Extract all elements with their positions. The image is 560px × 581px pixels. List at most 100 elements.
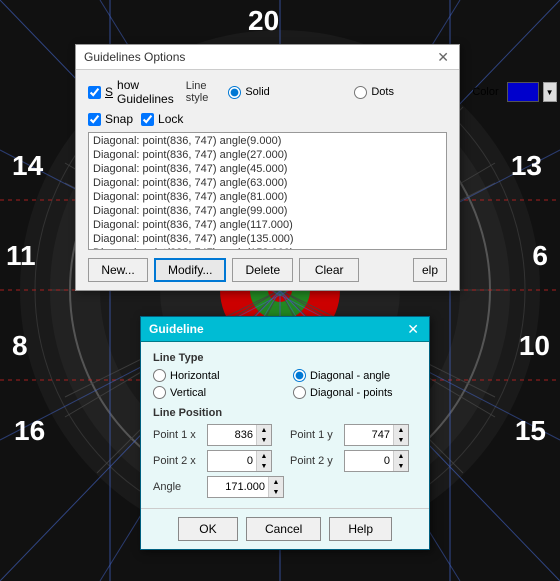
dots-label: Dots — [371, 86, 394, 98]
color-button[interactable] — [507, 82, 539, 102]
color-dropdown-button[interactable]: ▼ — [543, 82, 557, 102]
dart-number-16: 16 — [14, 415, 45, 447]
guideline-footer: OK Cancel Help — [141, 508, 429, 549]
horizontal-radio[interactable] — [153, 369, 166, 382]
horizontal-label: Horizontal — [170, 370, 220, 382]
point2y-spin-buttons: ▲ ▼ — [393, 451, 408, 471]
point1x-up-button[interactable]: ▲ — [257, 425, 271, 435]
guidelines-title: Guidelines Options — [84, 50, 185, 64]
point2x-label: Point 2 x — [153, 455, 203, 467]
diagonal-angle-radio[interactable] — [293, 369, 306, 382]
point2y-down-button[interactable]: ▼ — [394, 461, 408, 471]
guidelines-buttons-row: New... Modify... Delete Clear elp — [88, 258, 447, 282]
guideline-titlebar: Guideline ✕ — [141, 317, 429, 342]
list-item-8[interactable]: Diagonal: point(836, 747) angle(153.000) — [90, 246, 445, 250]
lock-checkbox[interactable] — [141, 113, 154, 126]
point2x-spin-buttons: ▲ ▼ — [256, 451, 271, 471]
point2x-up-button[interactable]: ▲ — [257, 451, 271, 461]
point2y-up-button[interactable]: ▲ — [394, 451, 408, 461]
angle-row: Angle ▲ ▼ — [153, 476, 417, 498]
point1y-spinbox[interactable]: ▲ ▼ — [344, 424, 409, 446]
dart-number-8: 8 — [12, 330, 28, 362]
horizontal-radio-label[interactable]: Horizontal — [153, 369, 263, 382]
guidelines-listbox[interactable]: Diagonal: point(836, 747) angle(9.000) D… — [88, 132, 447, 250]
angle-down-button[interactable]: ▼ — [269, 487, 283, 497]
help-button[interactable]: Help — [329, 517, 392, 541]
dart-number-13: 13 — [511, 150, 542, 182]
show-guidelines-checkbox[interactable] — [88, 86, 101, 99]
angle-up-button[interactable]: ▲ — [269, 477, 283, 487]
guidelines-close-button[interactable]: ✕ — [435, 50, 451, 64]
point2y-input[interactable] — [345, 454, 393, 468]
angle-input[interactable] — [208, 480, 268, 494]
point1y-input[interactable] — [345, 428, 393, 442]
point1x-spinbox[interactable]: ▲ ▼ — [207, 424, 272, 446]
point2y-label: Point 2 y — [290, 455, 340, 467]
point1y-label: Point 1 y — [290, 429, 340, 441]
solid-radio-label[interactable]: Solid — [228, 86, 338, 99]
position-grid: Point 1 x ▲ ▼ Point 1 y — [153, 424, 417, 472]
cancel-button[interactable]: Cancel — [246, 517, 321, 541]
dart-number-20: 20 — [248, 5, 279, 37]
guidelines-options-dialog: Guidelines Options ✕ Show Guidelines Lin… — [75, 44, 460, 291]
point2x-input[interactable] — [208, 454, 256, 468]
point2x-spinbox[interactable]: ▲ ▼ — [207, 450, 272, 472]
color-section: Color ▼ — [472, 82, 556, 102]
list-item-6[interactable]: Diagonal: point(836, 747) angle(117.000) — [90, 218, 445, 232]
guideline-close-button[interactable]: ✕ — [405, 322, 421, 336]
list-item-7[interactable]: Diagonal: point(836, 747) angle(135.000) — [90, 232, 445, 246]
clear-button[interactable]: Clear — [299, 258, 359, 282]
angle-label: Angle — [153, 481, 203, 493]
list-item-4[interactable]: Diagonal: point(836, 747) angle(81.000) — [90, 190, 445, 204]
ok-button[interactable]: OK — [178, 517, 238, 541]
list-item-3[interactable]: Diagonal: point(836, 747) angle(63.000) — [90, 176, 445, 190]
diagonal-points-radio[interactable] — [293, 386, 306, 399]
angle-spinbox[interactable]: ▲ ▼ — [207, 476, 284, 498]
show-guidelines-checkbox-label[interactable]: Show Guidelines — [88, 78, 174, 106]
snap-checkbox[interactable] — [88, 113, 101, 126]
point1x-down-button[interactable]: ▼ — [257, 435, 271, 445]
line-type-section-title: Line Type — [153, 352, 417, 364]
delete-button[interactable]: Delete — [232, 258, 293, 282]
diagonal-angle-radio-label[interactable]: Diagonal - angle — [293, 369, 390, 382]
guidelines-titlebar: Guidelines Options ✕ — [76, 45, 459, 70]
solid-radio[interactable] — [228, 86, 241, 99]
angle-spin-buttons: ▲ ▼ — [268, 477, 283, 497]
point2y-row: Point 2 y ▲ ▼ — [290, 450, 417, 472]
line-style-section: Line style Solid Dots — [186, 80, 465, 104]
dart-number-11: 11 — [6, 240, 36, 272]
vertical-label: Vertical — [170, 387, 206, 399]
dots-radio[interactable] — [354, 86, 367, 99]
lock-label: Lock — [158, 112, 183, 126]
point1x-label: Point 1 x — [153, 429, 203, 441]
lock-checkbox-label[interactable]: Lock — [141, 112, 183, 126]
line-style-label: Line style — [186, 80, 209, 104]
diagonal-points-radio-label[interactable]: Diagonal - points — [293, 386, 393, 399]
snap-checkbox-label[interactable]: Snap — [88, 112, 133, 126]
diagonal-points-label: Diagonal - points — [310, 387, 393, 399]
vertical-radio[interactable] — [153, 386, 166, 399]
point2y-spinbox[interactable]: ▲ ▼ — [344, 450, 409, 472]
point1y-down-button[interactable]: ▼ — [394, 435, 408, 445]
point1y-spin-buttons: ▲ ▼ — [393, 425, 408, 445]
point2x-down-button[interactable]: ▼ — [257, 461, 271, 471]
guideline-title: Guideline — [149, 322, 204, 336]
list-item-2[interactable]: Diagonal: point(836, 747) angle(45.000) — [90, 162, 445, 176]
point1x-input[interactable] — [208, 428, 256, 442]
show-guidelines-text: how Guidelines — [117, 78, 174, 106]
vertical-radio-label[interactable]: Vertical — [153, 386, 263, 399]
line-position-title: Line Position — [153, 407, 417, 419]
help-small-button[interactable]: elp — [413, 258, 447, 282]
list-item-1[interactable]: Diagonal: point(836, 747) angle(27.000) — [90, 148, 445, 162]
list-item-5[interactable]: Diagonal: point(836, 747) angle(99.000) — [90, 204, 445, 218]
point2x-row: Point 2 x ▲ ▼ — [153, 450, 280, 472]
new-button[interactable]: New... — [88, 258, 148, 282]
list-item-0[interactable]: Diagonal: point(836, 747) angle(9.000) — [90, 134, 445, 148]
color-label: Color — [472, 86, 498, 98]
snap-label: Snap — [105, 112, 133, 126]
dart-number-14: 14 — [12, 150, 43, 182]
dots-radio-label[interactable]: Dots — [354, 86, 464, 99]
point1y-up-button[interactable]: ▲ — [394, 425, 408, 435]
point1x-spin-buttons: ▲ ▼ — [256, 425, 271, 445]
modify-button[interactable]: Modify... — [154, 258, 226, 282]
